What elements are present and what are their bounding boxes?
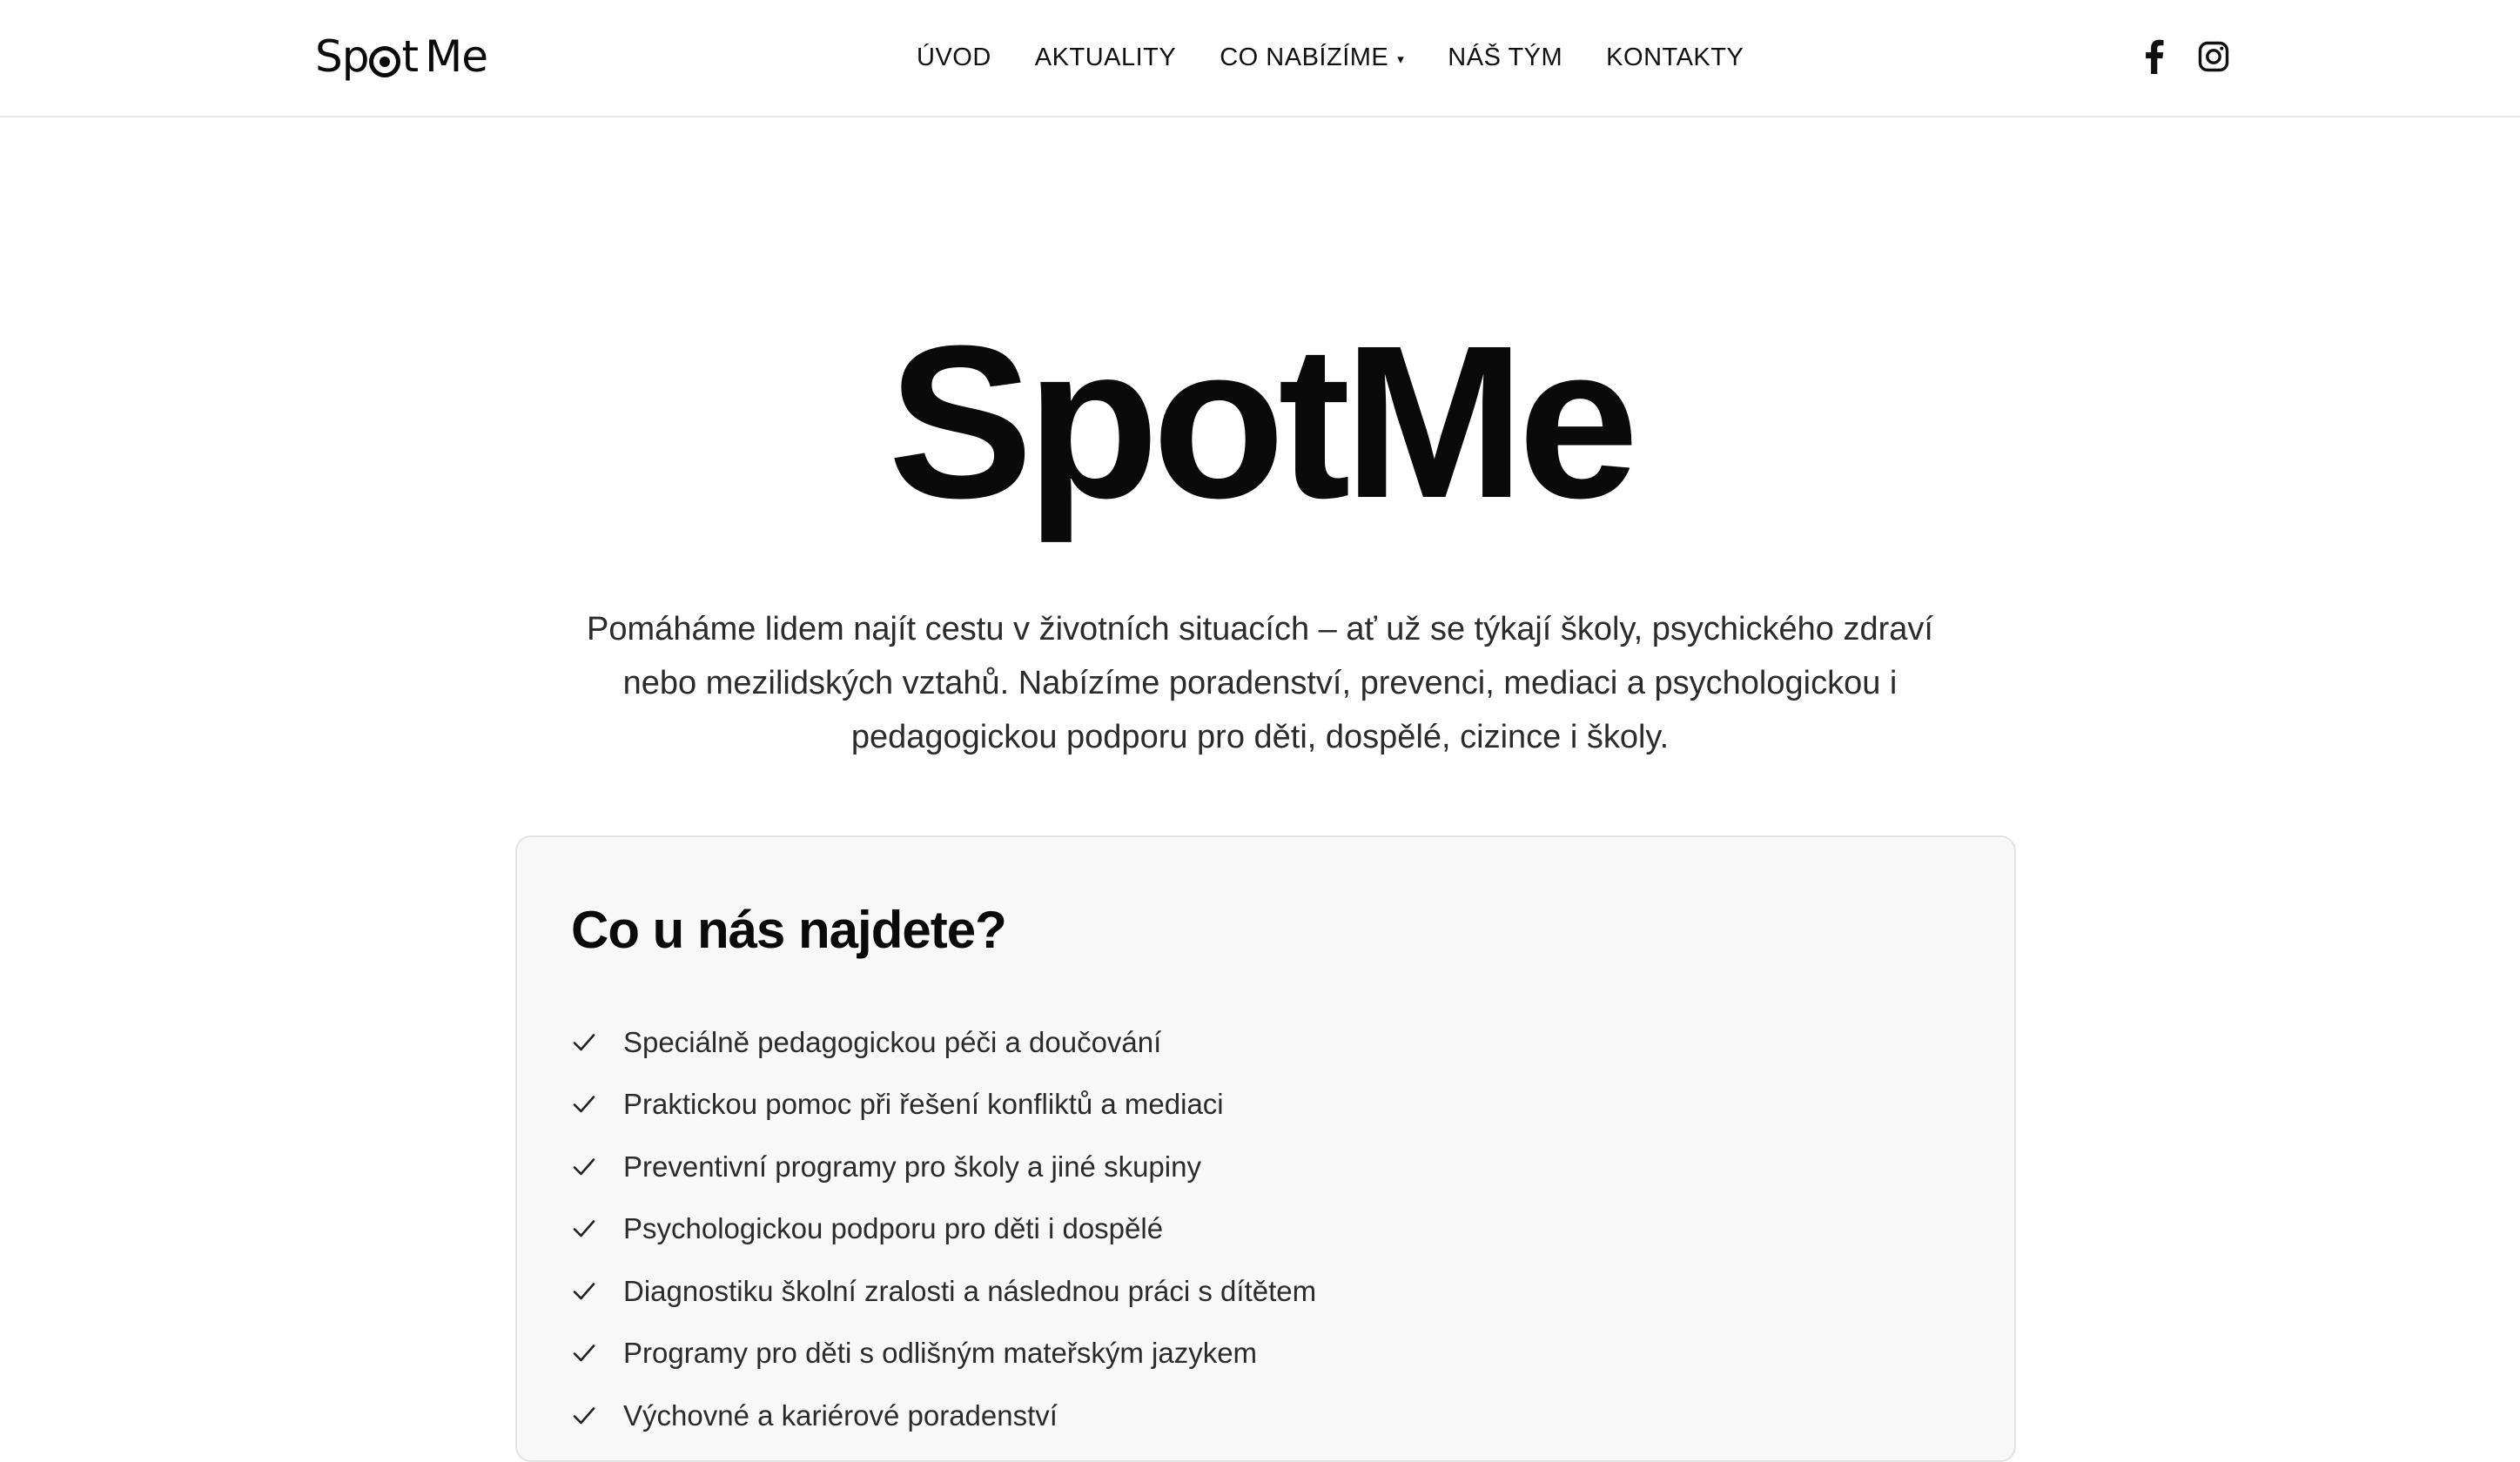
features-card: Co u nás najdete? Speciálně pedagogickou… [515,835,2016,1462]
checkmark-icon [573,1406,595,1425]
nav-item-label: CO NABÍZÍME [1220,43,1389,71]
checkmark-icon [573,1096,595,1113]
list-item: Psychologickou podporu pro děti i dospěl… [571,1198,1316,1261]
checkmark-icon [573,1345,595,1362]
list-item-text: Diagnostiku školní zralosti a následnou … [623,1274,1317,1307]
facebook-icon[interactable] [2137,37,2172,77]
hero-description: Pomáháme lidem najít cestu v životních s… [587,611,1933,755]
logo-eye-icon [369,46,401,77]
nav-item-label: NÁŠ TÝM [1448,43,1563,71]
list-item-text: Programy pro děti s odlišným mateřským j… [623,1337,1258,1370]
list-item-text: Speciálně pedagogickou péči a doučování [623,1025,1162,1058]
features-title: Co u nás najdete? [571,901,1007,959]
social-links [2137,37,2231,77]
list-item-text: Psychologickou podporu pro děti i dospěl… [623,1212,1164,1245]
chevron-down-icon: ▾ [1397,52,1405,67]
nav-item-label: AKTUALITY [1034,43,1177,71]
nav-item-nas-tym[interactable]: NÁŠ TÝM [1448,44,1562,72]
instagram-icon[interactable] [2196,37,2231,77]
list-item: Preventivní programy pro školy a jiné sk… [571,1136,1316,1198]
main-nav: ÚVOD AKTUALITY CO NABÍZÍME ▾ NÁŠ TÝM KON… [917,31,1744,84]
logo-text-mid: t [401,31,419,82]
list-item: Diagnostiku školní zralosti a následnou … [571,1260,1316,1323]
list-item: Programy pro děti s odlišným mateřským j… [571,1323,1316,1385]
nav-item-co-nabizime[interactable]: CO NABÍZÍME ▾ [1220,44,1404,72]
logo-text-end: Me [425,31,488,82]
hero-title: SpotMe [888,300,1639,543]
list-item: Výchovné a kariérové poradenství [571,1385,1316,1447]
logo-text-start: Sp [315,31,369,82]
checkmark-icon [573,1157,595,1176]
checkmark-icon [573,1033,595,1051]
list-item-text: Preventivní programy pro školy a jiné sk… [623,1150,1201,1183]
features-list: Speciálně pedagogickou péči a doučování … [571,1011,1316,1447]
list-item: Praktickou pomoc při řešení konfliktů a … [571,1074,1316,1137]
list-item-text: Praktickou pomoc při řešení konfliktů a … [623,1088,1224,1121]
nav-item-label: ÚVOD [917,43,991,71]
nav-item-uvod[interactable]: ÚVOD [917,44,991,72]
list-item-text: Výchovné a kariérové poradenství [623,1398,1058,1432]
nav-item-aktuality[interactable]: AKTUALITY [1035,44,1176,72]
site-logo[interactable]: Sp t Me [315,26,488,87]
site-header: Sp t Me ÚVOD AKTUALITY CO NABÍZÍME ▾ NÁŠ T… [0,0,2520,117]
nav-item-label: KONTAKTY [1606,43,1744,71]
list-item: Speciálně pedagogickou péči a doučování [571,1011,1316,1074]
checkmark-icon [573,1220,595,1237]
checkmark-icon [573,1282,595,1300]
nav-item-kontakty[interactable]: KONTAKTY [1606,44,1744,72]
